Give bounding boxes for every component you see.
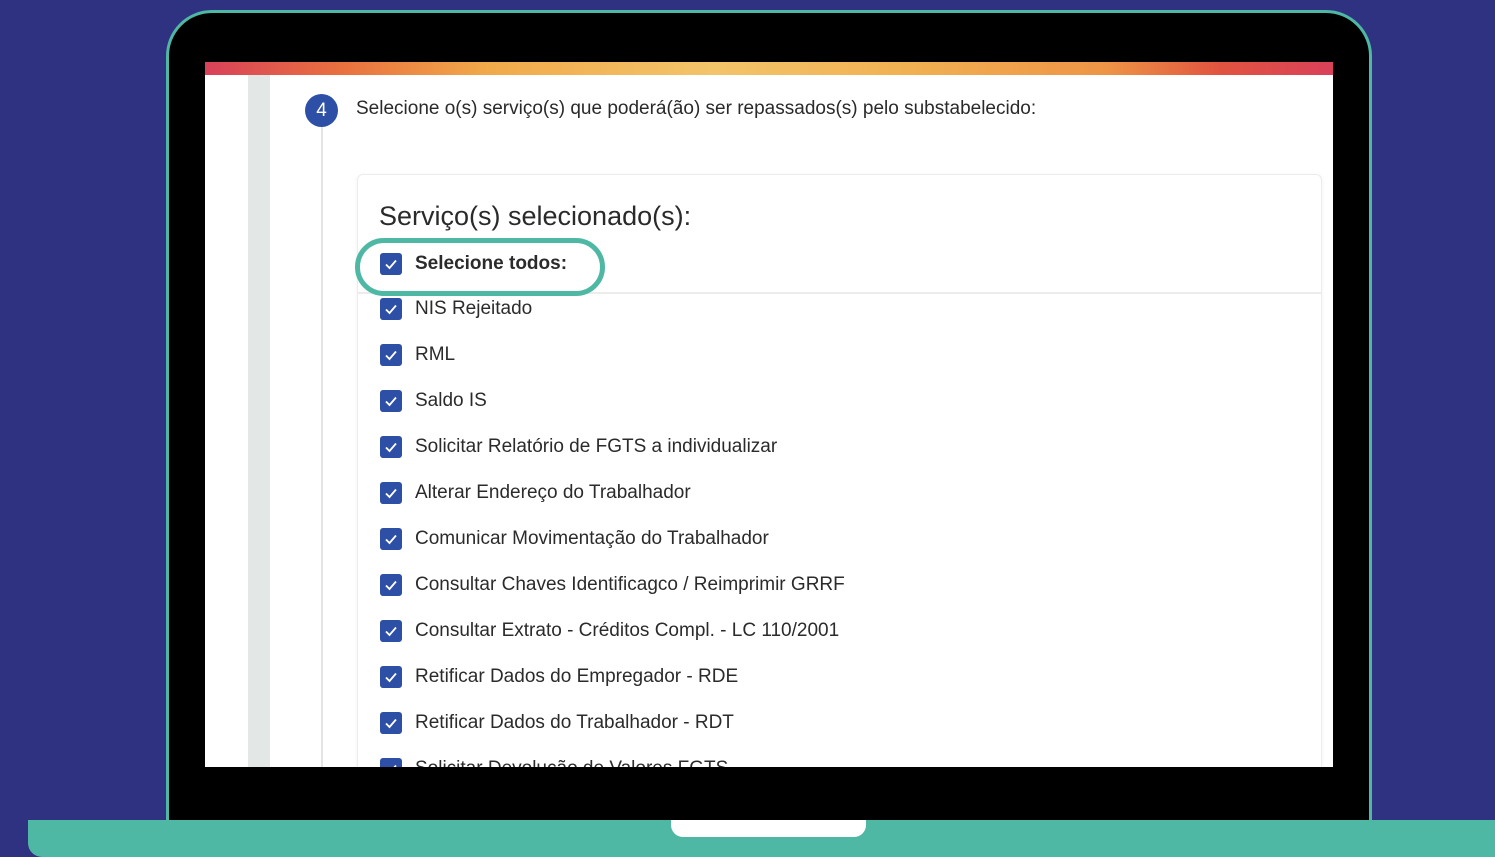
service-checkbox-row[interactable]: Consultar Chaves Identificagco / Reimpri…	[380, 573, 845, 597]
service-checkbox-row[interactable]: Solicitar Relatório de FGTS a individual…	[380, 435, 777, 459]
service-label: Consultar Chaves Identificagco / Reimpri…	[415, 574, 845, 595]
service-label: NIS Rejeitado	[415, 298, 533, 319]
service-label: Solicitar Devolução de Valores FGTS	[415, 758, 728, 767]
screen: 4 Selecione o(s) serviço(s) que poderá(ã…	[205, 62, 1333, 767]
service-checkbox-row[interactable]: Solicitar Devolução de Valores FGTS	[380, 757, 728, 767]
checkbox-checked-icon[interactable]	[380, 620, 402, 642]
decorative-header-strip	[205, 62, 1333, 75]
checkbox-checked-icon[interactable]	[380, 666, 402, 688]
step-number-badge: 4	[305, 94, 338, 127]
service-label: Saldo IS	[415, 390, 487, 411]
step-title: Selecione o(s) serviço(s) que poderá(ão)…	[356, 98, 1037, 119]
checkbox-checked-icon[interactable]	[380, 298, 402, 320]
service-label: Solicitar Relatório de FGTS a individual…	[415, 436, 778, 457]
highlight-ring	[355, 238, 605, 296]
checkbox-checked-icon[interactable]	[380, 436, 402, 458]
checkbox-checked-icon[interactable]	[380, 758, 402, 767]
service-label: Comunicar Movimentação do Trabalhador	[415, 528, 769, 549]
service-label: Alterar Endereço do Trabalhador	[415, 482, 691, 503]
checkbox-checked-icon[interactable]	[380, 390, 402, 412]
service-label: Consultar Extrato - Créditos Compl. - LC…	[415, 620, 840, 641]
step-connector-line	[321, 124, 323, 767]
service-checkbox-row[interactable]: Consultar Extrato - Créditos Compl. - LC…	[380, 619, 839, 643]
service-checkbox-row[interactable]: Saldo IS	[380, 389, 487, 413]
service-checkbox-row[interactable]: RML	[380, 343, 455, 367]
checkbox-checked-icon[interactable]	[380, 482, 402, 504]
left-rail	[248, 75, 270, 767]
checkbox-checked-icon[interactable]	[380, 574, 402, 596]
service-checkbox-row[interactable]: Retificar Dados do Trabalhador - RDT	[380, 711, 734, 735]
checkbox-checked-icon[interactable]	[380, 712, 402, 734]
service-checkbox-row[interactable]: Comunicar Movimentação do Trabalhador	[380, 527, 769, 551]
service-checkbox-row[interactable]: Alterar Endereço do Trabalhador	[380, 481, 691, 505]
service-label: Retificar Dados do Empregador - RDE	[415, 666, 739, 687]
checkbox-checked-icon[interactable]	[380, 528, 402, 550]
service-label: Retificar Dados do Trabalhador - RDT	[415, 712, 734, 733]
service-checkbox-row[interactable]: Retificar Dados do Empregador - RDE	[380, 665, 738, 689]
checkbox-checked-icon[interactable]	[380, 344, 402, 366]
service-checkbox-row[interactable]: NIS Rejeitado	[380, 297, 532, 321]
card-title: Serviço(s) selecionado(s):	[379, 201, 692, 231]
laptop-notch	[671, 820, 866, 837]
service-label: RML	[415, 344, 456, 365]
